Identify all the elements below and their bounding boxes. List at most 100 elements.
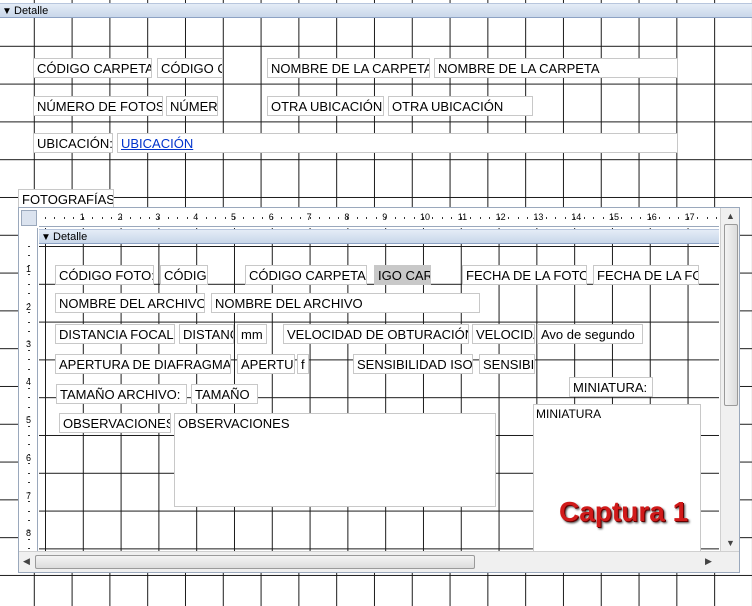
h-ruler-tick [536, 217, 538, 219]
h-ruler-tick [697, 217, 699, 219]
observaciones-field-text: OBSERVACIONES [178, 416, 290, 431]
apertura-diafragma-label[interactable]: APERTURA DE DIAFRAGMA: [55, 354, 231, 374]
v-ruler-tick [28, 416, 30, 418]
v-ruler-tick [28, 283, 30, 285]
ubicacion-field[interactable]: UBICACIÓN [117, 133, 678, 153]
h-ruler-tick [347, 217, 349, 219]
h-ruler-tick [224, 217, 226, 219]
v-ruler-tick [28, 321, 30, 323]
velocidad-obturacion-label[interactable]: VELOCIDAD DE OBTURACIÓN: [283, 324, 469, 344]
v-ruler-tick [28, 255, 30, 257]
h-ruler-tick [413, 217, 415, 219]
h-ruler-tick [545, 217, 547, 219]
h-ruler-tick [593, 217, 595, 219]
h-ruler-tick [215, 217, 217, 219]
fotografias-subform[interactable]: 1234567891011121314151617 12345678 ▼ Det… [18, 207, 740, 573]
scroll-down-icon[interactable]: ▼ [726, 538, 735, 548]
h-ruler-tick [148, 217, 150, 219]
nombre-carpeta-label[interactable]: NOMBRE DE LA CARPETA: [267, 58, 430, 78]
v-ruler-tick [28, 274, 30, 276]
numero-fotos-label[interactable]: NÚMERO DE FOTOS: [33, 96, 163, 116]
sub-codigo-carpeta-label[interactable]: CÓDIGO CARPETA: [245, 265, 367, 285]
nombre-archivo-label[interactable]: NOMBRE DEL ARCHIVO: [55, 293, 205, 313]
horizontal-scrollbar[interactable]: ◀ ▶ [19, 551, 739, 572]
tamano-archivo-field[interactable]: TAMAÑO [191, 384, 258, 404]
scroll-right-icon[interactable]: ▶ [705, 556, 712, 567]
distancia-focal-label[interactable]: DISTANCIA FOCAL: [55, 324, 175, 344]
nombre-carpeta-field[interactable]: NOMBRE DE LA CARPETA [434, 58, 678, 78]
captura-watermark: Captura 1 [559, 496, 689, 527]
h-ruler-number: 10 [420, 212, 431, 222]
nombre-archivo-field[interactable]: NOMBRE DEL ARCHIVO [211, 293, 480, 313]
scroll-up-icon[interactable]: ▲ [726, 211, 735, 221]
scroll-left-icon[interactable]: ◀ [23, 556, 30, 567]
fecha-foto-field[interactable]: FECHA DE LA FOT [593, 265, 699, 285]
h-ruler-tick [574, 217, 576, 219]
v-ruler-tick [28, 397, 30, 399]
miniatura-image-field[interactable]: MINIATURA [533, 404, 701, 554]
v-ruler-tick [28, 444, 30, 446]
h-ruler-number: 17 [684, 212, 695, 222]
codigo-carpeta-label[interactable]: CÓDIGO CARPETA: [33, 58, 152, 78]
h-ruler-tick [205, 217, 207, 219]
h-ruler-number: 15 [609, 212, 620, 222]
h-ruler-tick [470, 217, 472, 219]
otra-ubicacion-field[interactable]: OTRA UBICACIÓN [388, 96, 533, 116]
codigo-carpeta-field[interactable]: CÓDIGO C [157, 58, 223, 78]
fotografias-label[interactable]: FOTOGRAFÍAS: [18, 189, 114, 209]
velocidad-obturacion-field[interactable]: VELOCIDA [472, 324, 535, 344]
vertical-ruler: 12345678 [21, 228, 38, 554]
h-ruler-tick [234, 217, 235, 219]
codigo-foto-field[interactable]: CÓDIG [160, 265, 208, 285]
h-ruler-tick [432, 217, 434, 219]
h-ruler-number: 11 [457, 212, 468, 222]
h-ruler-tick [186, 217, 188, 219]
tamano-archivo-label[interactable]: TAMAÑO ARCHIVO: [56, 384, 187, 404]
sub-codigo-carpeta-field[interactable]: IGO CAR [374, 265, 431, 285]
fecha-foto-label[interactable]: FECHA DE LA FOTO: [462, 265, 587, 285]
v-ruler-tick [28, 491, 30, 493]
h-ruler-tick [517, 217, 519, 219]
h-ruler-tick [640, 217, 642, 219]
h-ruler-tick [92, 217, 94, 219]
h-ruler-tick [309, 217, 311, 219]
h-ruler-tick [555, 217, 557, 219]
v-ruler-tick [28, 425, 30, 427]
numero-fotos-field[interactable]: NÚMER [166, 96, 218, 116]
v-ruler-tick [28, 246, 30, 247]
apertura-diafragma-field[interactable]: APERTUF [237, 354, 295, 374]
sensibilidad-iso-field[interactable]: SENSIBII [479, 354, 535, 374]
h-ruler-number: 13 [533, 212, 544, 222]
ubicacion-label[interactable]: UBICACIÓN: [33, 133, 113, 153]
detail-section-header[interactable]: ▼ Detalle [0, 3, 752, 18]
v-ruler-tick [28, 264, 30, 266]
h-ruler-tick [45, 217, 46, 219]
v-ruler-tick [28, 510, 30, 512]
h-ruler-tick [668, 217, 670, 219]
h-ruler-tick [649, 217, 651, 219]
horizontal-ruler: 1234567891011121314151617 [39, 210, 719, 227]
v-ruler-tick [28, 387, 30, 389]
vertical-scrollbar[interactable]: ▲ ▼ [720, 208, 739, 554]
h-ruler-tick [526, 217, 528, 219]
subform-selector[interactable] [21, 210, 37, 226]
h-ruler-tick [196, 217, 198, 219]
miniatura-label[interactable]: MINIATURA: [569, 377, 653, 397]
vertical-scroll-thumb[interactable] [724, 224, 738, 406]
h-ruler-tick [281, 217, 283, 219]
h-ruler-tick [356, 217, 358, 219]
v-ruler-tick [28, 359, 30, 361]
subform-detail-header[interactable]: ▼ Detalle [39, 229, 719, 244]
distancia-focal-unit[interactable]: mm [237, 324, 267, 344]
observaciones-label[interactable]: OBSERVACIONES: [59, 413, 171, 433]
horizontal-scroll-thumb[interactable] [35, 555, 475, 569]
velocidad-obturacion-unit[interactable]: Avo de segundo [537, 324, 643, 344]
h-ruler-number: 14 [571, 212, 582, 222]
codigo-foto-label[interactable]: CÓDIGO FOTO: [55, 265, 154, 285]
sensibilidad-iso-label[interactable]: SENSIBILIDAD ISO: [353, 354, 473, 374]
apertura-diafragma-unit[interactable]: f [297, 354, 309, 374]
observaciones-field[interactable]: OBSERVACIONES [174, 413, 496, 507]
otra-ubicacion-label[interactable]: OTRA UBICACIÓN: [267, 96, 384, 116]
h-ruler-tick [460, 217, 462, 219]
distancia-focal-field[interactable]: DISTANC [179, 324, 234, 344]
